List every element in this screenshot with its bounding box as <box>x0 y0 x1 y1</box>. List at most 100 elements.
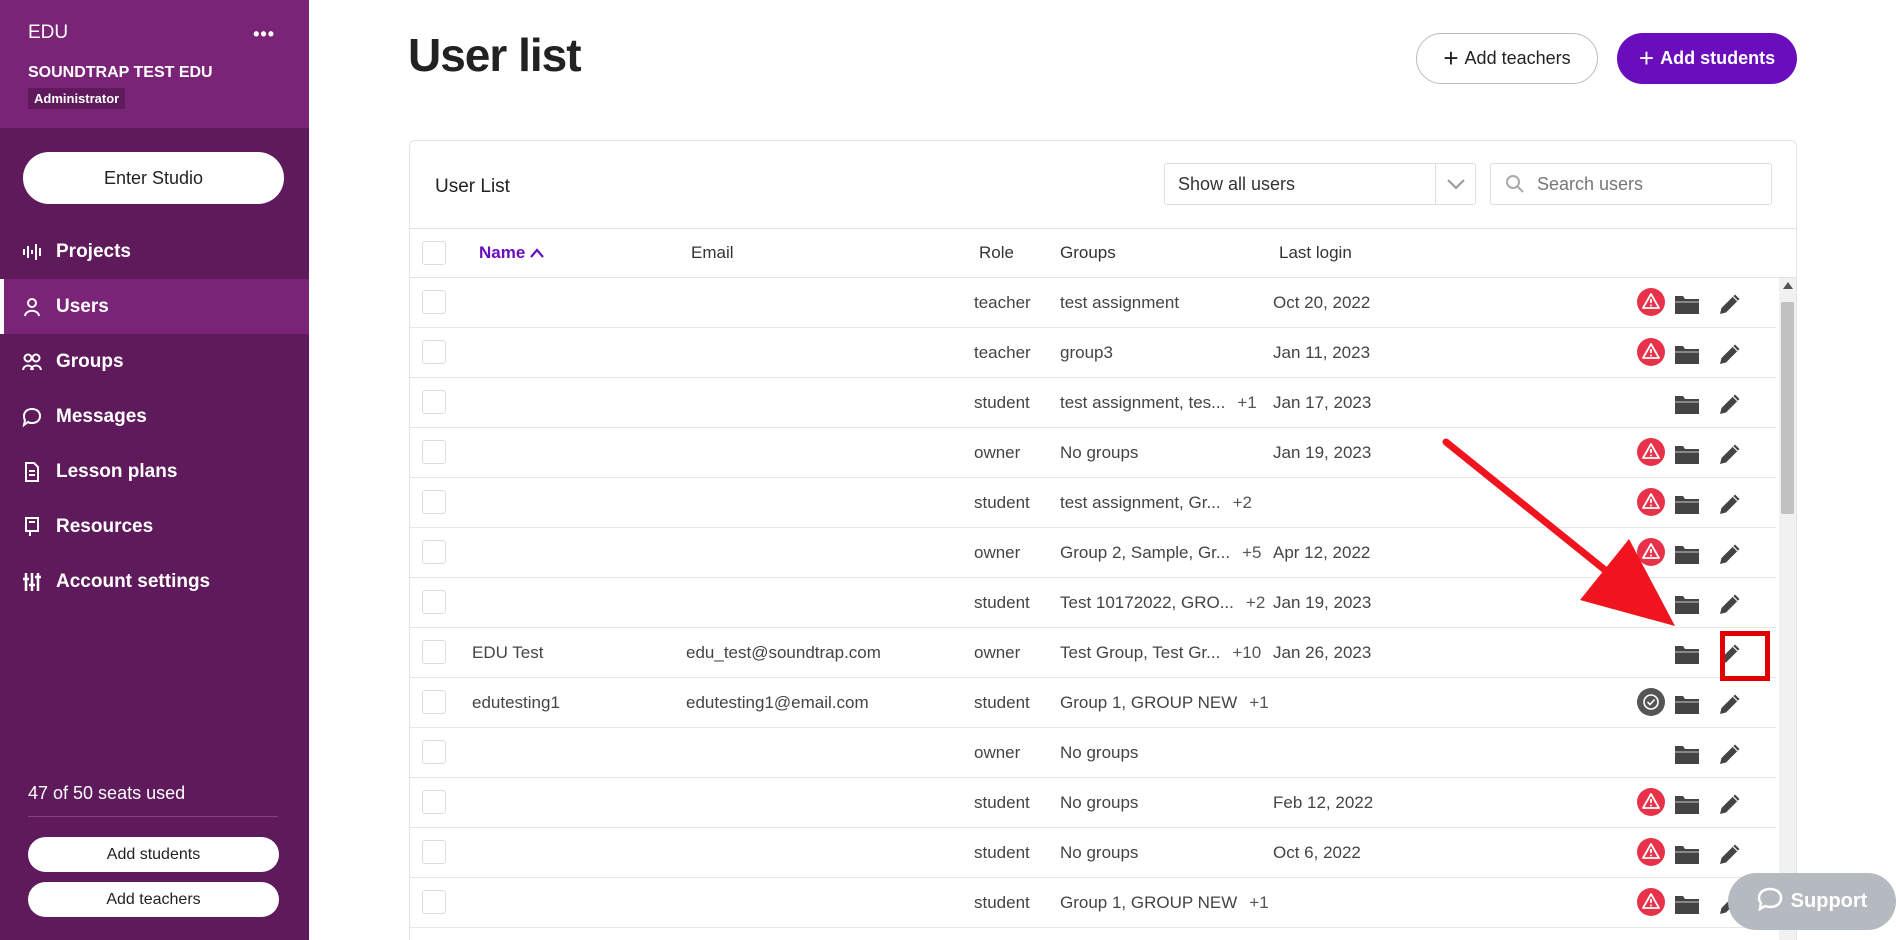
add-students-button[interactable]: + Add students <box>1617 33 1797 84</box>
more-options-icon[interactable]: ••• <box>253 24 275 45</box>
edit-pencil-icon[interactable] <box>1715 539 1745 569</box>
edit-pencil-icon[interactable] <box>1715 789 1745 819</box>
school-name: SOUNDTRAP TEST EDU <box>28 64 213 81</box>
row-checkbox[interactable] <box>422 440 446 464</box>
table-row[interactable]: student Group 1, GROUP NEW +1 <box>410 878 1776 928</box>
user-role: student <box>974 493 1030 512</box>
folder-icon[interactable] <box>1672 289 1702 319</box>
folder-icon[interactable] <box>1672 839 1702 869</box>
row-checkbox[interactable] <box>422 590 446 614</box>
sidebar-item-resources[interactable]: Resources <box>0 499 309 554</box>
table-row[interactable]: owner No groups <box>410 728 1776 778</box>
edit-pencil-icon[interactable] <box>1715 339 1745 369</box>
user-groups-text: No groups <box>1060 443 1139 462</box>
page-title: User list <box>408 29 582 81</box>
edit-pencil-icon[interactable] <box>1715 439 1745 469</box>
table-row[interactable]: student No groups Feb 12, 2022 <box>410 778 1776 828</box>
user-groups: Group 1, GROUP NEW +1 <box>1060 893 1269 913</box>
more-groups-count[interactable]: +5 <box>1242 543 1261 562</box>
user-groups: test assignment, Gr... +2 <box>1060 493 1252 513</box>
warning-icon[interactable] <box>1636 337 1666 367</box>
row-checkbox[interactable] <box>422 790 446 814</box>
more-groups-count[interactable]: +10 <box>1232 643 1261 662</box>
warning-icon[interactable] <box>1636 837 1666 867</box>
scrollbar-thumb[interactable] <box>1781 302 1794 514</box>
sidebar-add-students-button[interactable]: Add students <box>28 837 279 872</box>
scrollbar[interactable] <box>1779 278 1796 940</box>
table-row[interactable]: teacher test assignment Oct 20, 2022 <box>410 278 1776 328</box>
add-teachers-button[interactable]: + Add teachers <box>1416 33 1598 84</box>
folder-icon[interactable] <box>1672 739 1702 769</box>
edit-pencil-icon[interactable] <box>1715 739 1745 769</box>
more-groups-count[interactable]: +2 <box>1246 593 1265 612</box>
user-groups-text: test assignment, Gr... <box>1060 493 1221 512</box>
table-row[interactable]: teacher group3 Jan 11, 2023 <box>410 328 1776 378</box>
row-checkbox[interactable] <box>422 640 446 664</box>
folder-icon[interactable] <box>1672 339 1702 369</box>
user-role: owner <box>974 643 1021 662</box>
sidebar-item-users[interactable]: Users <box>0 279 309 334</box>
user-groups: test assignment, tes... +1 <box>1060 393 1257 413</box>
user-role: teacher <box>974 293 1031 312</box>
user-name: EDU Test <box>472 643 544 662</box>
sidebar-item-messages[interactable]: Messages <box>0 389 309 444</box>
more-groups-count[interactable]: +1 <box>1237 393 1256 412</box>
warning-icon[interactable] <box>1636 287 1666 317</box>
row-checkbox[interactable] <box>422 290 446 314</box>
support-label: Support <box>1790 890 1868 912</box>
support-button[interactable]: Support <box>1728 873 1896 930</box>
enter-studio-button[interactable]: Enter Studio <box>23 152 284 204</box>
sidebar: EDU ••• SOUNDTRAP TEST EDU Administrator… <box>0 0 309 940</box>
sidebar-item-account-settings[interactable]: Account settings <box>0 554 309 609</box>
sidebar-item-label: Messages <box>56 405 147 427</box>
row-checkbox[interactable] <box>422 390 446 414</box>
folder-icon[interactable] <box>1672 389 1702 419</box>
user-filter-select[interactable]: Show all users <box>1164 163 1476 205</box>
user-groups-text: No groups <box>1060 743 1139 762</box>
plus-icon: + <box>1638 42 1655 73</box>
search-box[interactable] <box>1490 163 1772 205</box>
edit-pencil-icon[interactable] <box>1715 839 1745 869</box>
row-checkbox[interactable] <box>422 740 446 764</box>
user-role: student <box>974 693 1030 712</box>
select-all-checkbox[interactable] <box>422 241 446 265</box>
more-groups-count[interactable]: +2 <box>1233 493 1252 512</box>
scroll-up-arrow-icon[interactable] <box>1783 282 1793 289</box>
row-checkbox[interactable] <box>422 490 446 514</box>
sidebar-nav: Projects Users Groups Messages Lesson pl… <box>0 224 309 609</box>
warning-icon[interactable] <box>1636 887 1666 917</box>
table-row[interactable]: edutesting1 edutesting1@email.com student G… <box>410 678 1776 728</box>
more-groups-count[interactable]: +1 <box>1249 893 1268 912</box>
column-header-name[interactable]: Name <box>479 243 544 263</box>
sidebar-item-lesson-plans[interactable]: Lesson plans <box>0 444 309 499</box>
row-checkbox[interactable] <box>422 340 446 364</box>
lesson-plans-icon <box>22 461 56 482</box>
folder-icon[interactable] <box>1672 689 1702 719</box>
row-checkbox[interactable] <box>422 690 446 714</box>
edit-pencil-icon[interactable] <box>1715 389 1745 419</box>
chevron-down-icon[interactable] <box>1435 164 1475 204</box>
row-checkbox[interactable] <box>422 890 446 914</box>
add-students-label: Add students <box>1660 48 1776 68</box>
sidebar-item-groups[interactable]: Groups <box>0 334 309 389</box>
row-checkbox[interactable] <box>422 840 446 864</box>
search-input[interactable] <box>1537 173 1757 195</box>
user-groups: group3 <box>1060 343 1125 363</box>
more-groups-count[interactable]: +1 <box>1249 693 1268 712</box>
edit-pencil-icon[interactable] <box>1715 689 1745 719</box>
user-role: student <box>974 893 1030 912</box>
sidebar-item-projects[interactable]: Projects <box>0 224 309 279</box>
edit-pencil-icon[interactable] <box>1715 589 1745 619</box>
folder-icon[interactable] <box>1672 789 1702 819</box>
check-circle-icon[interactable] <box>1636 687 1666 717</box>
user-groups-text: group3 <box>1060 343 1113 362</box>
table-row[interactable]: student No groups Oct 6, 2022 <box>410 828 1776 878</box>
table-row[interactable]: student test assignment, tes... +1 Jan 17, … <box>410 378 1776 428</box>
edit-pencil-icon[interactable] <box>1715 289 1745 319</box>
user-last-login: Jan 11, 2023 <box>1273 343 1371 362</box>
row-checkbox[interactable] <box>422 540 446 564</box>
edit-pencil-icon[interactable] <box>1715 489 1745 519</box>
sidebar-add-teachers-button[interactable]: Add teachers <box>28 882 279 917</box>
warning-icon[interactable] <box>1636 787 1666 817</box>
folder-icon[interactable] <box>1672 889 1702 919</box>
